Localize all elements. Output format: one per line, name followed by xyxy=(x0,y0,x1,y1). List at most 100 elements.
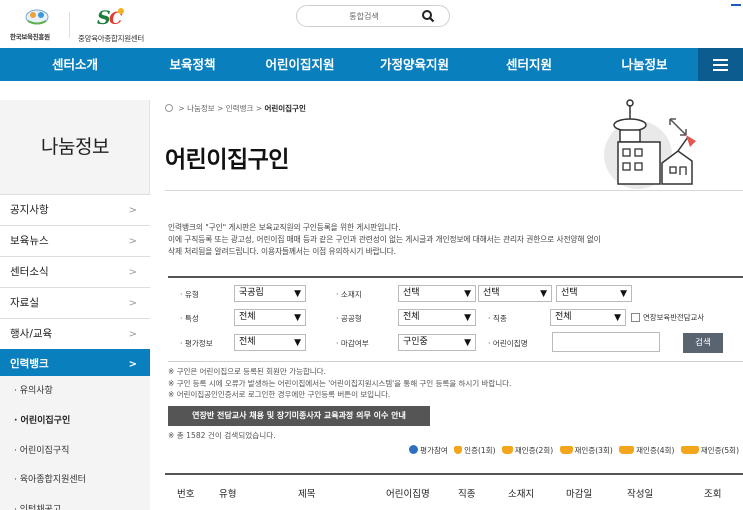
col-header-job-type: 직종 xyxy=(458,489,476,500)
chevron-down-icon: ▼ xyxy=(294,338,301,348)
col-header-daycare-name: 어린이집명 xyxy=(386,489,430,500)
notes: ※ 구인은 어린이집으로 등록된 회원만 가능합니다. ※ 구인 등록 시에 오… xyxy=(168,366,738,401)
note-line: ※ 구인은 어린이집으로 등록된 회원만 가능합니다. xyxy=(168,367,326,376)
search-input[interactable] xyxy=(309,9,419,24)
region-select-value: 선택 xyxy=(561,288,578,298)
daycare-name-label: · 어린이집명 xyxy=(488,339,528,348)
sidebar-item-archive[interactable]: 자료실 > xyxy=(0,287,150,318)
nav-item-about[interactable]: 센터소개 xyxy=(0,48,150,81)
search-filter-box: · 유형 국공립 ▼ · 소재지 선택 ▼ 선택 ▼ 선택 ▼ · 특성 전체 ▼ · 공… xyxy=(168,276,743,362)
chevron-right-icon: > xyxy=(128,236,137,247)
feature-label: · 특성 xyxy=(180,314,199,323)
breadcrumb-item[interactable]: 인력뱅크 xyxy=(226,104,254,113)
logo-divider xyxy=(69,12,70,38)
breadcrumb-current: 어린이집구인 xyxy=(264,104,306,113)
cert-4-icon xyxy=(619,446,635,454)
sidebar-subitem-job-posting[interactable]: · 어린이집구인 xyxy=(0,406,150,437)
breadcrumb-sep: > xyxy=(255,104,263,113)
job-type-label: · 직종 xyxy=(488,314,507,323)
nav-item-home-care[interactable]: 가정양육지원 xyxy=(362,48,467,81)
extended-care-checkbox[interactable] xyxy=(631,313,640,322)
region-select-2[interactable]: 선택 ▼ xyxy=(478,285,552,302)
corner-mark xyxy=(731,0,741,6)
page-title: 어린이집구인 xyxy=(165,147,289,173)
intro-line: 삭제 처리됨을 알려드립니다. 이용자들께서는 이점 유의하시기 바랍니다. xyxy=(168,247,396,256)
sidebar-subitem-support-center[interactable]: · 육아종합지원센터 xyxy=(0,465,150,496)
sidebar-item-events[interactable]: 행사/교육 > xyxy=(0,318,150,349)
deadline-label: · 마감여부 xyxy=(336,339,369,348)
nav-item-sharing[interactable]: 나눔정보 xyxy=(602,48,687,81)
all-menu-button[interactable] xyxy=(698,48,743,81)
sidebar-item-label: 공지사항 xyxy=(10,204,49,216)
chevron-right-icon: > xyxy=(128,267,137,278)
cert-1-icon xyxy=(454,446,463,454)
col-header-region: 소재지 xyxy=(508,489,535,500)
deadline-select[interactable]: 구인중 ▼ xyxy=(398,334,476,351)
daycare-name-input[interactable] xyxy=(552,332,660,352)
legend-label: 인증(1회) xyxy=(464,446,496,455)
eval-select-value: 전체 xyxy=(239,337,256,347)
intro-line: 인력뱅크의 "구인" 게시판은 보육교직원의 구인등록을 위한 게시판입니다. xyxy=(168,223,401,232)
col-header-type: 유형 xyxy=(219,489,237,500)
sidebar-title: 나눔정보 xyxy=(41,136,109,158)
logo2-text: 중앙육아종합지원센터 xyxy=(78,34,144,43)
extended-teacher-notice-button[interactable]: 연장반 전담교사 채용 및 장기미종사자 교육과정 의무 이수 안내 xyxy=(168,406,430,426)
sidebar-item-label: 인력뱅크 xyxy=(10,358,49,370)
chevron-right-icon: > xyxy=(128,298,137,309)
sidebar-item-label: 보육뉴스 xyxy=(10,235,49,247)
job-type-select-value: 전체 xyxy=(555,312,572,322)
region-select-3[interactable]: 선택 ▼ xyxy=(556,285,632,302)
breadcrumb-item[interactable]: 나눔정보 xyxy=(187,104,215,113)
search-icon[interactable] xyxy=(421,9,435,23)
public-type-select[interactable]: 전체 ▼ xyxy=(398,309,476,326)
chevron-down-icon: ▼ xyxy=(464,289,471,299)
col-header-views: 조회 xyxy=(704,489,722,500)
legend-label: 재인증(5회) xyxy=(700,446,739,455)
note-line: ※ 어린이집공인인증서로 로그인한 경우에만 구인등록 버튼이 보입니다. xyxy=(168,390,391,400)
eval-select[interactable]: 전체 ▼ xyxy=(234,334,306,351)
logo1-text: 한국보육진흥원 xyxy=(10,33,50,41)
menu-icon-bar xyxy=(713,69,728,71)
type-select-value: 국공립 xyxy=(239,288,264,298)
chevron-down-icon: ▼ xyxy=(294,289,301,299)
intro-text: 인력뱅크의 "구인" 게시판은 보육교직원의 구인등록을 위한 게시판입니다. … xyxy=(168,222,738,258)
feature-select-value: 전체 xyxy=(239,312,256,322)
sidebar-subitem-precautions[interactable]: · 유의사항 xyxy=(0,376,150,407)
region-label: · 소재지 xyxy=(336,290,362,299)
type-select[interactable]: 국공립 ▼ xyxy=(234,285,306,302)
public-type-label: · 공공형 xyxy=(336,314,362,323)
sidebar-item-center-news[interactable]: 센터소식 > xyxy=(0,256,150,287)
col-header-deadline: 마감일 xyxy=(566,489,593,500)
region-select-1[interactable]: 선택 ▼ xyxy=(398,285,476,302)
chevron-right-icon: > xyxy=(128,329,137,340)
type-label: · 유형 xyxy=(180,290,199,299)
nav-item-policy[interactable]: 보육정책 xyxy=(150,48,235,81)
sidebar-subitem-intern[interactable]: · 인턴채공고 xyxy=(0,495,150,510)
home-icon[interactable] xyxy=(165,104,173,112)
sidebar-item-news[interactable]: 보육뉴스 > xyxy=(0,225,150,256)
nav-item-daycare-support[interactable]: 어린이집지원 xyxy=(250,48,350,81)
legend-label: 재인증(4회) xyxy=(636,446,675,455)
title-divider xyxy=(165,190,743,191)
legend-label: 재인증(3회) xyxy=(574,446,613,455)
search-button[interactable]: 검색 xyxy=(683,333,723,353)
public-type-select-value: 전체 xyxy=(403,312,420,322)
sidebar-item-notice[interactable]: 공지사항 > xyxy=(0,194,150,225)
search-box xyxy=(296,5,450,27)
kcpi-logo[interactable]: 한국보육진흥원 xyxy=(10,6,62,42)
menu-icon-bar xyxy=(713,59,728,61)
nav-item-center-support[interactable]: 센터지원 xyxy=(484,48,574,81)
chevron-down-icon: ▼ xyxy=(620,289,627,299)
chevron-down-icon: ▼ xyxy=(464,313,471,323)
sidebar-item-label: 센터소식 xyxy=(10,266,49,278)
col-header-title: 제목 xyxy=(298,489,316,500)
cert-2-icon xyxy=(501,446,513,454)
feature-select[interactable]: 전체 ▼ xyxy=(234,309,306,326)
job-type-select[interactable]: 전체 ▼ xyxy=(550,309,626,326)
breadcrumb-sep: > xyxy=(217,104,224,113)
note-line: ※ 구인 등록 시에 오류가 발생하는 어린이집에서는 '어린이집지원시스템'을… xyxy=(168,378,512,388)
chevron-down-icon: ▼ xyxy=(294,313,301,323)
center-logo[interactable]: S C 중앙육아종합지원센터 xyxy=(78,6,154,43)
sidebar-subitem-job-seeking[interactable]: · 어린이집구직 xyxy=(0,436,150,467)
region-select-value: 선택 xyxy=(483,288,500,298)
